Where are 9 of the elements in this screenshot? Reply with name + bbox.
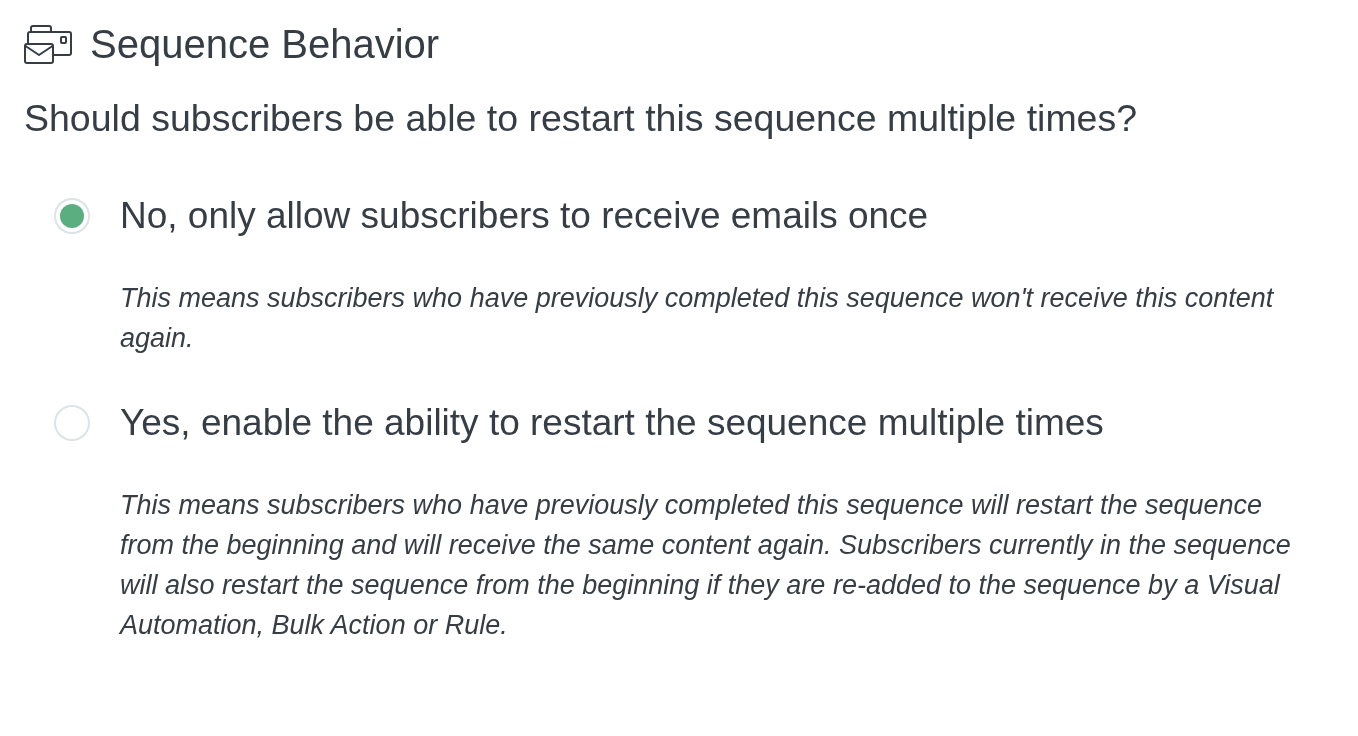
option-label[interactable]: No, only allow subscribers to receive emails once xyxy=(120,191,929,241)
option-description: This means subscribers who have previously completed this sequence won't receive this content again. xyxy=(120,282,1275,355)
section-title: Sequence Behavior xyxy=(90,21,440,68)
option-description: This means subscribers who have previously completed this sequence will restart the sequence from the beginning and will receive the same content again. Subscribers currently in the sequence will also restart the sequence from the beginning if they are re-added to the sequence by a Visual Automation, Bulk Action or Rule. xyxy=(120,489,1292,642)
radio-button[interactable] xyxy=(54,198,90,234)
question-text: Should subscribers be able to restart this sequence multiple times? xyxy=(24,96,1138,141)
radio-button[interactable] xyxy=(54,405,90,441)
option-label[interactable]: Yes, enable the ability to restart the sequence multiple times xyxy=(120,398,1104,448)
envelope-stack-icon xyxy=(24,24,72,64)
